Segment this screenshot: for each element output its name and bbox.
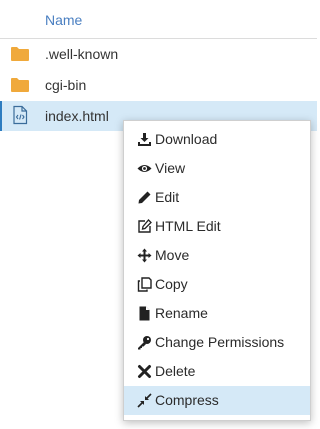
file-row[interactable]: .well-known [0, 39, 317, 69]
pencil-icon [137, 190, 152, 205]
compress-icon [137, 393, 152, 408]
menu-item-view[interactable]: View [124, 154, 310, 183]
download-icon [137, 132, 152, 147]
edit-square-icon [137, 219, 152, 234]
file-icon [137, 306, 152, 321]
copy-icon [137, 277, 152, 292]
menu-item-copy[interactable]: Copy [124, 270, 310, 299]
menu-item-compress[interactable]: Compress [124, 386, 310, 415]
menu-item-delete[interactable]: Delete [124, 357, 310, 386]
menu-item-move[interactable]: Move [124, 241, 310, 270]
menu-item-label: Change Permissions [155, 334, 285, 350]
menu-item-label: Move [155, 247, 190, 263]
menu-item-label: Download [155, 131, 218, 147]
file-table-header: Name [0, 0, 317, 39]
menu-item-edit[interactable]: Edit [124, 183, 310, 212]
file-name[interactable]: .well-known [45, 46, 118, 62]
menu-item-label: Delete [155, 363, 196, 379]
menu-item-rename[interactable]: Rename [124, 299, 310, 328]
menu-item-download[interactable]: Download [124, 125, 310, 154]
x-icon [137, 364, 152, 379]
menu-item-html-edit[interactable]: HTML Edit [124, 212, 310, 241]
key-icon [137, 335, 152, 350]
menu-item-label: View [155, 160, 186, 176]
menu-item-change-permissions[interactable]: Change Permissions [124, 328, 310, 357]
menu-item-label: Rename [155, 305, 208, 321]
context-menu: Download View Edit HTML Edit Move Copy R… [123, 120, 311, 421]
menu-item-label: Edit [155, 189, 180, 205]
file-name[interactable]: index.html [45, 108, 109, 124]
html-file-icon [10, 105, 30, 125]
menu-item-label: Compress [155, 392, 219, 408]
column-header-name[interactable]: Name [45, 12, 82, 28]
file-row[interactable]: cgi-bin [0, 70, 317, 100]
folder-icon [10, 76, 30, 94]
menu-item-label: HTML Edit [155, 218, 221, 234]
move-arrows-icon [137, 248, 152, 263]
eye-icon [137, 161, 152, 176]
file-name[interactable]: cgi-bin [45, 77, 86, 93]
folder-icon [10, 45, 30, 63]
menu-item-label: Copy [155, 276, 188, 292]
